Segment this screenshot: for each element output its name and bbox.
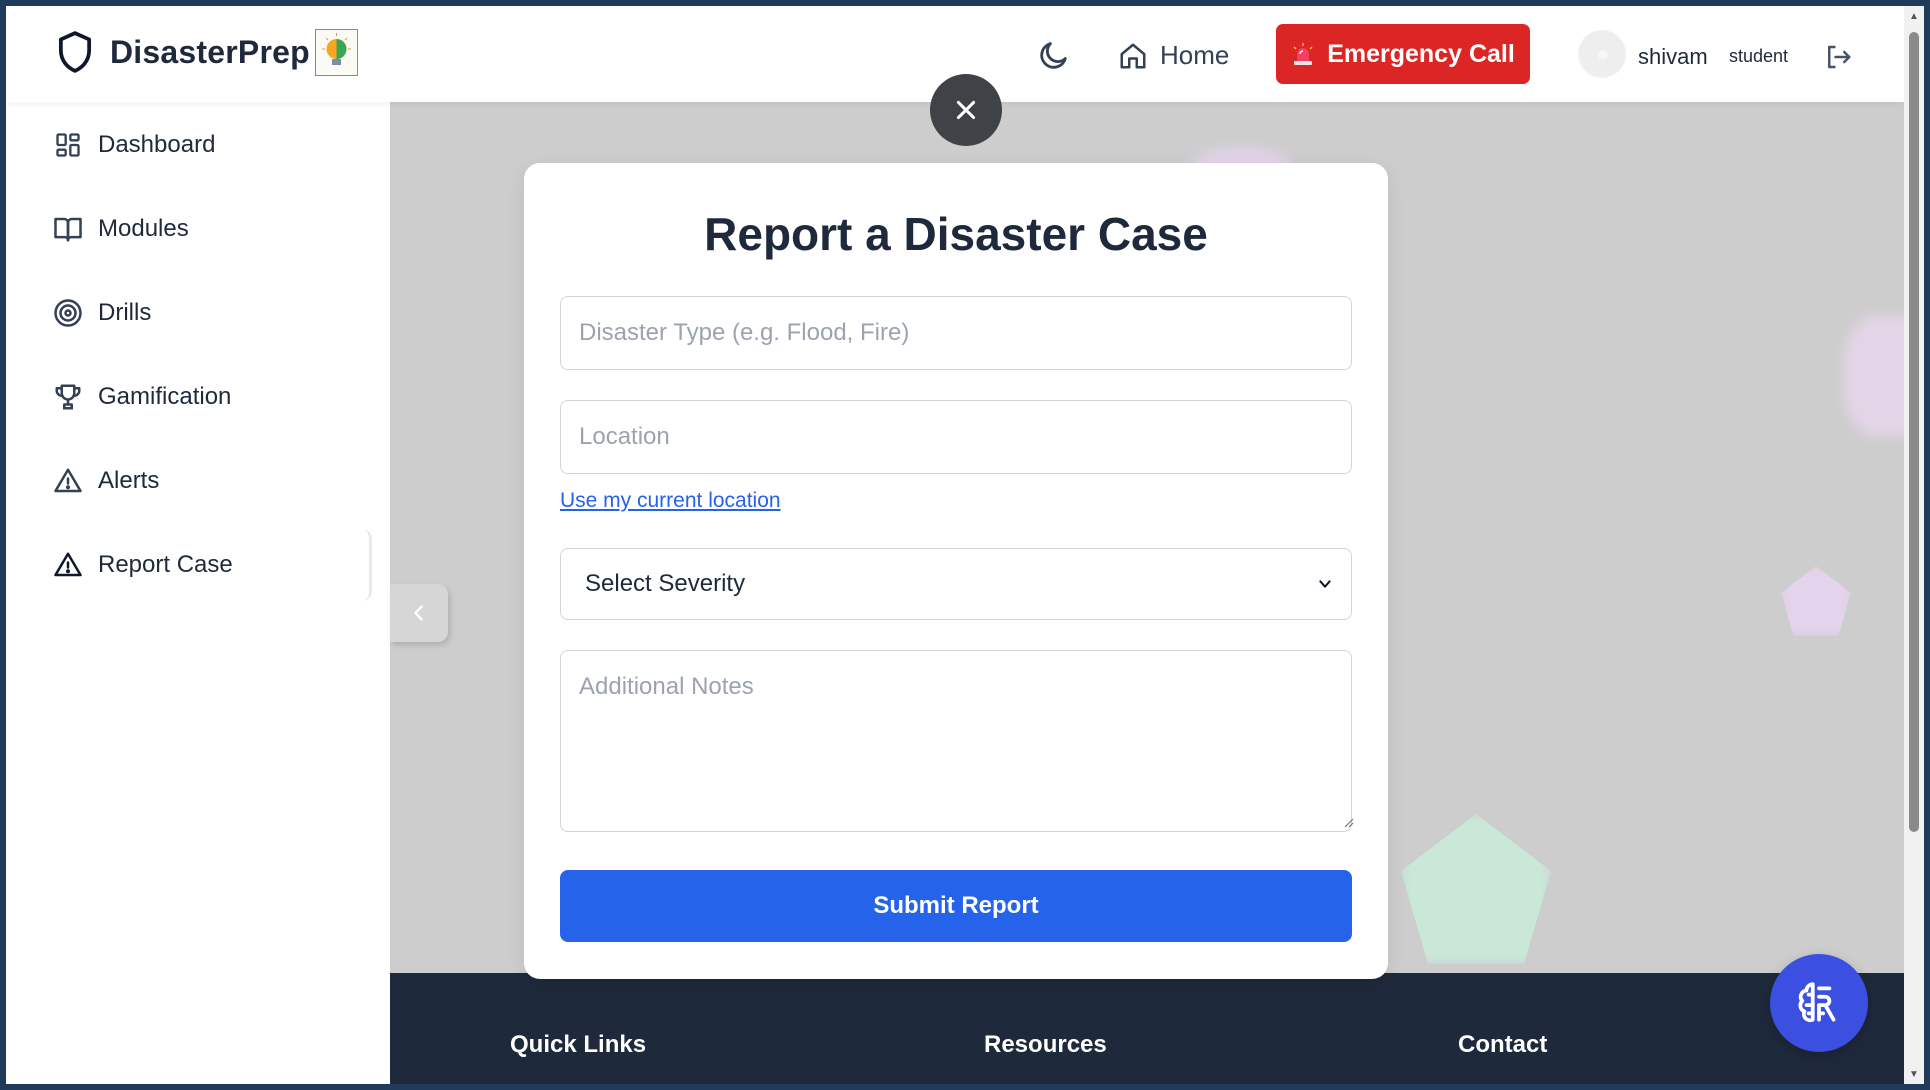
username: shivam (1638, 44, 1708, 69)
close-modal-button[interactable] (930, 74, 1002, 146)
trophy-icon (55, 384, 81, 410)
emergency-call-label: Emergency Call (1327, 39, 1515, 68)
logout-icon[interactable] (1823, 42, 1853, 72)
sidebar-item-label: Gamification (98, 383, 232, 410)
sidebar-item-drills[interactable]: Drills (52, 285, 372, 341)
warning-triangle-icon (54, 552, 82, 577)
modal-title: Report a Disaster Case (704, 208, 1208, 260)
chevron-left-icon (414, 605, 423, 621)
brain-icon (1798, 982, 1836, 1023)
app-window: DisasterPrep Home Emergency Call shivam … (6, 6, 1924, 1084)
sidebar-item-gamification[interactable]: Gamification (52, 369, 372, 425)
decorative-shape (1401, 814, 1551, 964)
vertical-scrollbar[interactable]: ▲ ▼ (1904, 6, 1924, 1084)
shield-icon (58, 31, 92, 73)
sidebar-item-label: Modules (98, 215, 189, 242)
chatbot-button[interactable] (1770, 954, 1868, 1052)
avatar[interactable] (1578, 30, 1626, 78)
sidebar-item-label: Dashboard (98, 131, 216, 158)
chevron-down-icon (1319, 580, 1331, 588)
sidebar-collapse-button[interactable] (390, 584, 448, 642)
scroll-down-arrow-icon[interactable]: ▼ (1908, 1068, 1920, 1080)
home-label: Home (1160, 40, 1230, 70)
sidebar-item-label: Alerts (98, 467, 160, 494)
brand-name: DisasterPrep (110, 33, 310, 70)
user-role: student (1729, 46, 1789, 66)
severity-selected-value: Select Severity (585, 570, 746, 597)
use-current-location-link[interactable]: Use my current location (560, 489, 781, 513)
brand-logo-icon (315, 29, 358, 76)
dashboard-grid-icon (56, 133, 80, 157)
sidebar-item-report-case[interactable]: Report Case (52, 529, 372, 601)
sidebar-item-label: Drills (98, 299, 152, 326)
disaster-type-input[interactable] (560, 296, 1352, 370)
footer-resources-heading: Resources (984, 1031, 1107, 1058)
target-icon (54, 299, 82, 327)
footer-quick-links-heading: Quick Links (510, 1031, 647, 1058)
sidebar-item-alerts[interactable]: Alerts (52, 453, 372, 509)
warning-triangle-icon (54, 468, 82, 493)
siren-icon (1293, 43, 1313, 65)
brand[interactable]: DisasterPrep (56, 30, 310, 74)
emergency-call-button[interactable]: Emergency Call (1276, 24, 1530, 84)
scroll-up-arrow-icon[interactable]: ▲ (1908, 10, 1920, 22)
sidebar-item-modules[interactable]: Modules (52, 201, 372, 257)
location-input[interactable] (560, 400, 1352, 474)
sidebar: Dashboard Modules Drills Gamification Al… (6, 102, 390, 1084)
scroll-thumb[interactable] (1909, 32, 1919, 832)
submit-report-button[interactable]: Submit Report (560, 870, 1352, 942)
close-icon (956, 100, 976, 120)
sidebar-item-label: Report Case (98, 551, 233, 578)
moon-icon[interactable] (1037, 38, 1071, 72)
decorative-shape (1781, 566, 1851, 636)
footer-contact-heading: Contact (1458, 1031, 1548, 1058)
footer: Quick Links Resources Contact (390, 973, 1904, 1084)
resize-handle-icon[interactable] (1342, 816, 1354, 828)
sidebar-item-dashboard[interactable]: Dashboard (52, 117, 372, 173)
severity-select[interactable]: Select Severity (560, 548, 1352, 620)
home-link[interactable]: Home (1118, 40, 1229, 71)
report-case-modal: Report a Disaster Case Use my current lo… (524, 163, 1388, 979)
additional-notes-input[interactable] (560, 650, 1352, 832)
home-icon (1120, 43, 1146, 68)
book-open-icon (54, 217, 82, 242)
